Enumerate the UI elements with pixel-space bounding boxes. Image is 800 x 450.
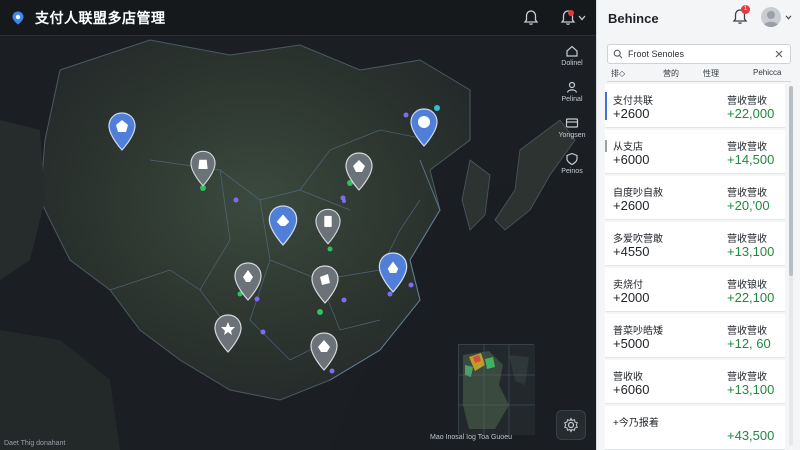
panel-tabs: 排◇ 营的 性理 Pehicca	[607, 66, 791, 82]
store-count: +5000	[613, 336, 650, 351]
store-name: 多爱吹营敢	[613, 234, 663, 245]
revenue-label: 营收营收	[727, 326, 767, 337]
rail-label: Yongsen	[558, 132, 586, 139]
map-pin-store[interactable]	[190, 150, 216, 193]
tab-3[interactable]: Pehicca	[753, 68, 781, 77]
map-pin-store[interactable]	[234, 262, 262, 307]
revenue-value: +12, 60	[727, 336, 771, 351]
store-count: +2000	[613, 290, 650, 305]
notification-count: 1	[741, 5, 750, 14]
revenue-value: +14,500	[727, 152, 775, 167]
store-card[interactable]: 卖烧付 +2000 营收锒收 +22,100	[605, 268, 785, 312]
panel-brand: Behince	[608, 10, 659, 26]
page-title: 支付人联盟多店管理	[35, 9, 166, 26]
map-settings-button[interactable]	[556, 410, 586, 440]
store-count: +4550	[613, 244, 650, 259]
store-card[interactable]: 普菜吵皓矮 +5000 营收营收 +12, 60	[605, 314, 785, 358]
search-value: Froot Senoles	[628, 49, 685, 59]
rail-label: Peinos	[561, 168, 583, 175]
rail-item-card[interactable]: Yongsen	[548, 116, 596, 139]
tab-0[interactable]: 排◇	[611, 68, 625, 79]
app: 支付人联盟多店管理 Dolinel Pelinal Yongsen Peinos…	[0, 0, 800, 450]
rail-label: Pelinal	[561, 96, 583, 103]
rail-label: Dolinel	[561, 60, 583, 67]
home-icon	[566, 45, 578, 57]
store-count: +6000	[613, 152, 650, 167]
revenue-value: +22,000	[727, 106, 775, 121]
rail-item-home[interactable]: Dolinel	[548, 44, 596, 67]
bell-icon[interactable]	[522, 9, 540, 27]
map-pin-store[interactable]	[311, 265, 339, 310]
map-pin-store[interactable]	[310, 332, 338, 377]
revenue-label: 营收营收	[727, 96, 767, 107]
map-pin-store[interactable]	[378, 252, 408, 299]
store-name: 营收收	[613, 372, 643, 383]
location-pin-icon	[12, 11, 24, 24]
avatar[interactable]	[761, 7, 781, 27]
tab-2[interactable]: 性理	[703, 68, 719, 79]
map-pin-store[interactable]	[345, 152, 373, 197]
rail-item-shield[interactable]: Peinos	[548, 152, 596, 175]
revenue-label: 营收营收	[727, 142, 767, 153]
card-icon	[565, 118, 579, 128]
revenue-value: +13,100	[727, 382, 775, 397]
store-name: 支付共联	[613, 96, 653, 107]
store-card[interactable]: 支付共联 +2600 营收营收 +22,000	[605, 84, 785, 128]
store-name: 普菜吵皓矮	[613, 326, 663, 337]
map-pin-store[interactable]	[214, 314, 242, 359]
panel-scrollbar[interactable]	[789, 86, 793, 446]
store-list: 支付共联 +2600 营收营收 +22,000 从支店 +6000 营收营收 +…	[605, 84, 785, 450]
revenue-value: +13,100	[727, 244, 775, 259]
rail-item-person[interactable]: Pelinal	[548, 80, 596, 103]
selected-indicator	[605, 92, 607, 120]
store-count: +2600	[613, 198, 650, 213]
map-pin-store[interactable]	[108, 112, 136, 157]
store-card[interactable]: 多爱吹营敢 +4550 营收营收 +13,100	[605, 222, 785, 266]
store-name: 从支店	[613, 142, 643, 153]
store-count: +2600	[613, 106, 650, 121]
alert-badge	[568, 10, 574, 16]
map-rail: Dolinel Pelinal Yongsen Peinos	[548, 44, 596, 184]
minimap[interactable]	[458, 344, 535, 435]
store-name: 自度吵自赦	[613, 188, 663, 199]
chevron-down-icon[interactable]	[578, 15, 586, 21]
revenue-label: 营收营收	[727, 372, 767, 383]
close-icon[interactable]	[774, 49, 784, 59]
store-indicator	[605, 140, 607, 152]
chevron-down-icon[interactable]	[785, 15, 792, 20]
revenue-value: +22,100	[727, 290, 775, 305]
settings-icon	[564, 417, 578, 433]
store-count: +6060	[613, 382, 650, 397]
map-attribution: Daet Thig donahant	[4, 440, 66, 447]
store-card[interactable]: 从支店 +6000 营收营收 +14,500	[605, 130, 785, 174]
store-card[interactable]: 营收收 +6060 营收营收 +13,100	[605, 360, 785, 404]
map-pin-store[interactable]	[410, 108, 438, 153]
store-card[interactable]: +今乃报着 +43,500	[605, 406, 785, 450]
map-pin-store[interactable]	[315, 208, 341, 251]
revenue-label: 营收营收	[727, 188, 767, 199]
revenue-value: +43,500	[727, 428, 775, 443]
tab-1[interactable]: 营的	[663, 68, 679, 79]
store-name: +今乃报着	[613, 418, 659, 429]
map-view[interactable]: 支付人联盟多店管理 Dolinel Pelinal Yongsen Peinos…	[0, 0, 596, 450]
revenue-label: 营收营收	[727, 234, 767, 245]
map-header: 支付人联盟多店管理	[0, 0, 596, 36]
minimap-graphic	[459, 345, 535, 435]
user-avatar-icon	[763, 11, 779, 27]
revenue-label: 营收锒收	[727, 280, 767, 291]
person-icon	[566, 81, 578, 93]
search-input[interactable]: Froot Senoles	[607, 44, 791, 64]
scrollbar-thumb[interactable]	[789, 86, 793, 276]
map-pin-store[interactable]	[268, 205, 298, 252]
store-name: 卖烧付	[613, 280, 643, 291]
store-card[interactable]: 自度吵自赦 +2600 营收营收 +20,'00	[605, 176, 785, 220]
search-icon	[613, 49, 623, 59]
revenue-value: +20,'00	[727, 198, 770, 213]
store-panel: Behince 1 Froot Senoles 排◇ 营的 性理 Pehicca…	[596, 0, 800, 450]
shield-icon	[566, 152, 578, 166]
minimap-caption: Mao Inosal Iog Toa Guoeu	[430, 434, 512, 441]
